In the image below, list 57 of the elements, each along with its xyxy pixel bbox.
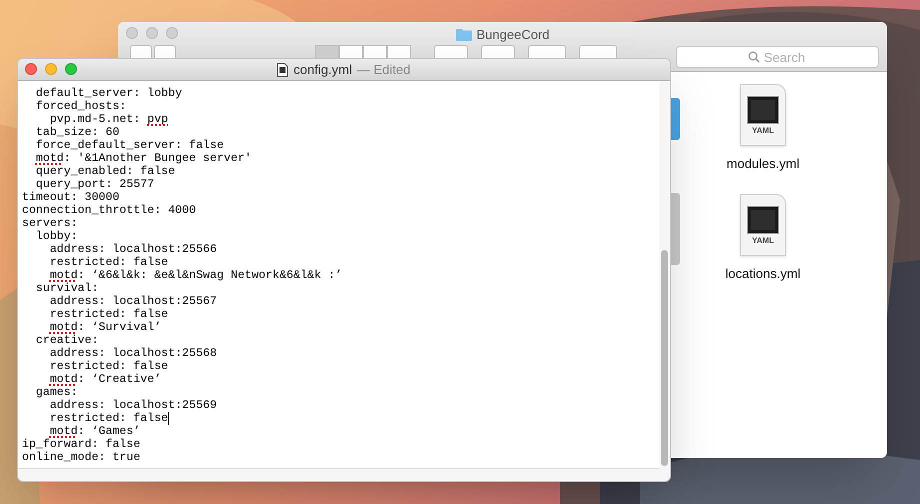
- search-icon: [748, 51, 760, 63]
- code-line: servers:: [22, 217, 78, 230]
- edited-status: — Edited: [357, 60, 410, 79]
- code-line: connection_throttle: 4000: [22, 204, 196, 217]
- code-line: restricted: false: [48, 256, 168, 269]
- code-line: restricted: false: [48, 360, 168, 373]
- file-name: locations.yml: [725, 264, 801, 283]
- share-button[interactable]: [528, 45, 566, 58]
- minimize-button[interactable]: [146, 27, 158, 39]
- code-line: ip_forward: false: [22, 438, 140, 451]
- code-line: force_default_server: false: [34, 139, 224, 152]
- yaml-file-icon[interactable]: YAML: [740, 84, 786, 146]
- code-line: games:: [34, 386, 78, 399]
- close-button[interactable]: [126, 27, 138, 39]
- code-line: motd: '&1Another Bungee server': [34, 152, 252, 165]
- code-line: default_server: lobby: [34, 87, 182, 100]
- code-line: address: localhost:25569: [48, 399, 217, 412]
- view-button[interactable]: [363, 45, 387, 58]
- document-icon: [277, 62, 288, 76]
- code-line: address: localhost:25566: [48, 243, 217, 256]
- code-line: motd: ‘Games’: [48, 425, 140, 438]
- code-line: address: localhost:25568: [48, 347, 217, 360]
- action-button[interactable]: [481, 45, 515, 58]
- window-title: config.yml: [293, 60, 352, 79]
- tag-button[interactable]: [579, 45, 617, 58]
- view-button[interactable]: [315, 45, 339, 58]
- code-line: survival:: [34, 282, 99, 295]
- search-field[interactable]: Search: [676, 46, 879, 68]
- view-button[interactable]: [339, 45, 363, 58]
- code-line: query_port: 25577: [34, 178, 154, 191]
- code-line: online_mode: true: [22, 451, 140, 464]
- minimize-button[interactable]: [45, 63, 57, 75]
- arrange-button[interactable]: [434, 45, 468, 58]
- code-line: motd: ‘&6&l&k: &e&l&nSwag Network&6&l&k :’: [48, 269, 342, 282]
- zoom-button[interactable]: [166, 27, 178, 39]
- code-line: motd: ‘Survival’: [48, 321, 162, 334]
- code-line: query_enabled: false: [34, 165, 176, 178]
- yaml-file-icon[interactable]: YAML: [740, 194, 786, 256]
- back-button[interactable]: [130, 45, 152, 58]
- code-line: timeout: 30000: [22, 191, 120, 204]
- window-title: BungeeCord: [476, 26, 550, 44]
- zoom-button[interactable]: [65, 63, 77, 75]
- code-line: restricted: false: [48, 308, 168, 321]
- folder-icon: [456, 28, 472, 42]
- code-line: pvp.md-5.net: pvp: [48, 113, 168, 126]
- code-line: motd: ‘Creative’: [48, 373, 162, 386]
- forward-button[interactable]: [154, 45, 176, 58]
- close-button[interactable]: [25, 63, 37, 75]
- scrollbar-thumb[interactable]: [661, 250, 668, 466]
- file-name: modules.yml: [726, 155, 800, 173]
- code-line: tab_size: 60: [34, 126, 120, 139]
- view-button[interactable]: [387, 45, 411, 58]
- code-line: address: localhost:25567: [48, 295, 217, 308]
- code-line: lobby:: [34, 230, 78, 243]
- code-line: forced_hosts:: [34, 100, 126, 113]
- code-line: restricted: false: [22, 412, 170, 425]
- code-line: creative:: [34, 334, 99, 347]
